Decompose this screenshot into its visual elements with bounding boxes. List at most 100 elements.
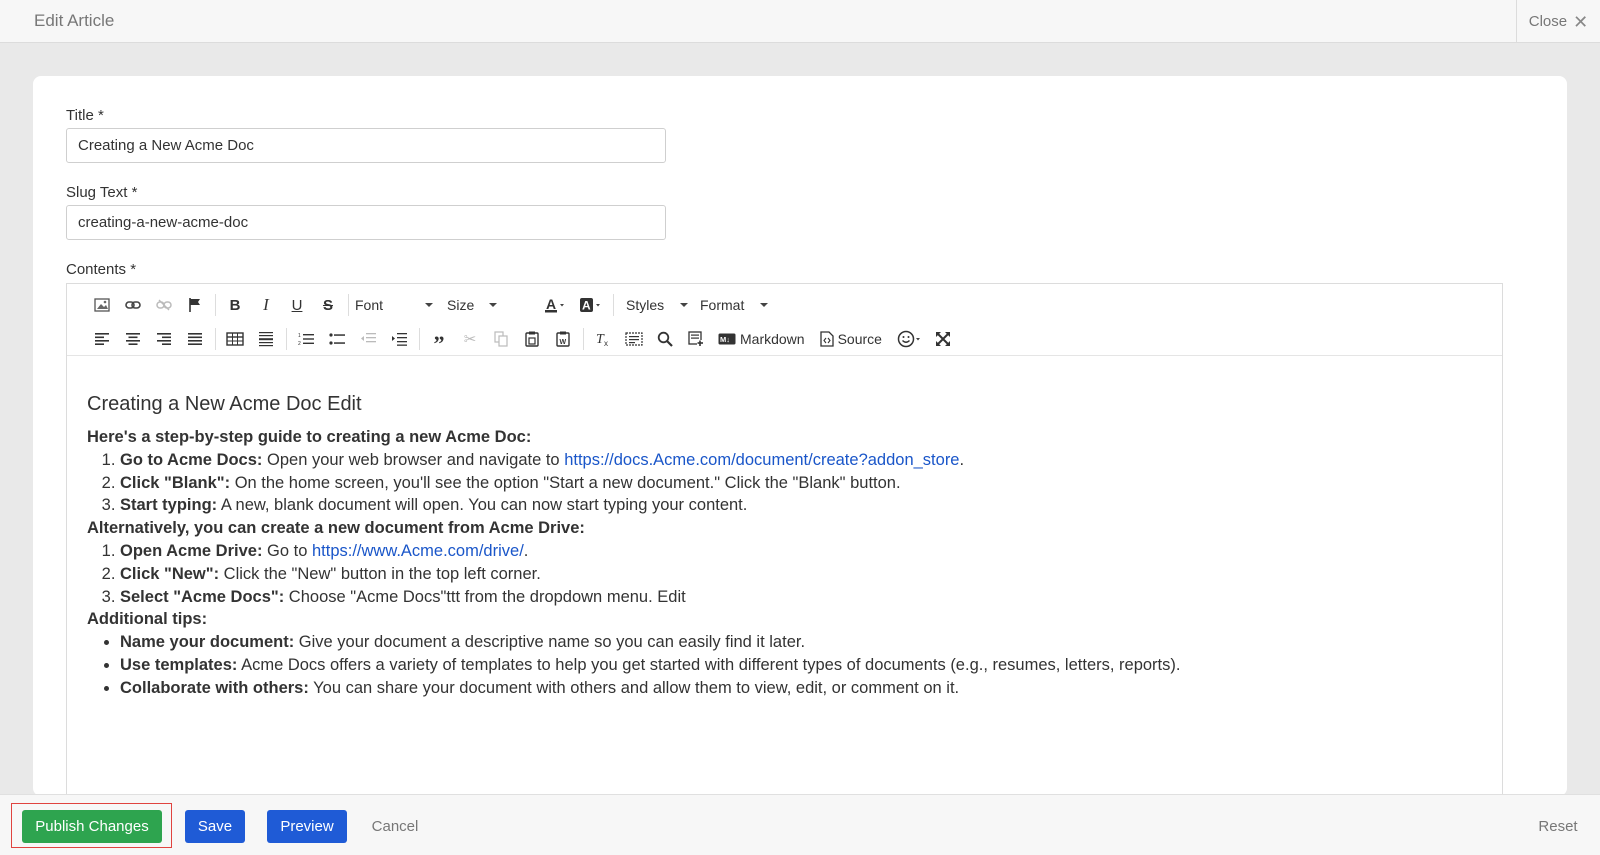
align-left-icon[interactable]	[89, 326, 115, 352]
list-item-bold: Start typing:	[120, 496, 218, 515]
steps-list-1: Go to Acme Docs: Open your web browser a…	[87, 449, 1482, 517]
size-dropdown-label: Size	[447, 297, 475, 313]
page-title: Edit Article	[34, 11, 115, 30]
toolbar-divider	[348, 294, 349, 316]
toolbar-row-2: 12 ” ✂ W T x M↓ Markdown Source	[89, 324, 961, 356]
list-item: Open Acme Drive: Go to https://www.Acme.…	[120, 540, 1482, 563]
toolbar-divider	[215, 294, 216, 316]
docs-create-link[interactable]: https://docs.Acme.com/document/create?ad…	[564, 451, 959, 469]
slug-label: Slug Text *	[66, 184, 138, 201]
bold-icon[interactable]: B	[222, 292, 248, 318]
footer-bar: Publish Changes Save Preview Cancel Rese…	[0, 794, 1600, 855]
font-dropdown-label: Font	[355, 297, 384, 313]
preview-button[interactable]: Preview	[267, 810, 347, 843]
list-item-text: A new, blank document will open. You can…	[217, 496, 748, 515]
anchor-flag-icon[interactable]	[182, 292, 208, 318]
font-dropdown[interactable]: Font	[355, 297, 433, 313]
format-dropdown[interactable]: Format	[700, 297, 768, 313]
slug-input[interactable]	[66, 205, 666, 240]
toolbar-row-1: B I U S Font Size A A Styles Format	[89, 290, 768, 320]
background-color-icon[interactable]: A	[576, 292, 606, 318]
list-item: Name your document: Give your document a…	[120, 631, 1482, 654]
indent-icon[interactable]	[386, 326, 412, 352]
intro-text: Here's a step-by-step guide to creating …	[87, 428, 532, 446]
toolbar-divider	[286, 328, 287, 350]
cut-icon[interactable]: ✂	[457, 326, 483, 352]
list-item-text: .	[523, 541, 529, 560]
toolbar-divider	[583, 328, 584, 350]
svg-text:W: W	[560, 339, 567, 346]
list-item-bold: Open Acme Drive:	[120, 541, 263, 560]
svg-text:A: A	[582, 299, 591, 313]
list-item-text: Open your web browser and navigate to	[262, 450, 565, 469]
toolbar-divider	[419, 328, 420, 350]
underline-icon[interactable]: U	[284, 292, 310, 318]
close-button[interactable]: Close ✕	[1516, 0, 1600, 43]
image-icon[interactable]	[89, 292, 115, 318]
link-icon[interactable]	[120, 292, 146, 318]
list-item-text: Acme Docs offers a variety of templates …	[237, 655, 1181, 674]
unlink-icon[interactable]	[151, 292, 177, 318]
outdent-icon[interactable]	[355, 326, 381, 352]
list-item-bold: Use templates:	[120, 655, 238, 674]
list-item: Start typing: A new, blank document will…	[120, 494, 1482, 517]
reset-button[interactable]: Reset	[1528, 810, 1588, 843]
contents-label: Contents *	[66, 261, 137, 278]
list-item-bold: Collaborate with others:	[120, 678, 309, 697]
justify-icon[interactable]	[182, 326, 208, 352]
remove-format-icon[interactable]: Tx	[590, 326, 616, 352]
copy-icon[interactable]	[488, 326, 514, 352]
save-button[interactable]: Save	[185, 810, 245, 843]
list-item-bold: Go to Acme Docs:	[120, 450, 263, 469]
align-right-icon[interactable]	[151, 326, 177, 352]
list-item: Use templates: Acme Docs offers a variet…	[120, 654, 1482, 677]
horizontal-rule-icon[interactable]	[253, 326, 279, 352]
list-item: Select "Acme Docs": Choose "Acme Docs"tt…	[120, 586, 1482, 609]
text-color-icon[interactable]: A	[541, 292, 571, 318]
blockquote-icon[interactable]: ”	[426, 326, 452, 356]
emoji-icon[interactable]	[895, 326, 925, 352]
list-item-text: Click the "New" button in the top left c…	[219, 564, 541, 583]
toolbar-divider	[215, 328, 216, 350]
list-item-bold: Click "Blank":	[120, 473, 231, 492]
source-button[interactable]: Source	[819, 326, 882, 352]
italic-icon[interactable]: I	[253, 292, 279, 318]
search-icon[interactable]	[652, 326, 678, 352]
select-all-icon[interactable]	[621, 326, 647, 352]
paste-from-word-icon[interactable]: W	[550, 326, 576, 352]
source-label: Source	[837, 331, 882, 347]
list-item-bold: Click "New":	[120, 564, 220, 583]
markdown-button[interactable]: M↓ Markdown	[718, 326, 805, 352]
title-input[interactable]	[66, 128, 666, 163]
top-bar: Edit Article Close ✕	[0, 0, 1600, 43]
bulleted-list-icon[interactable]	[324, 326, 350, 352]
strikethrough-icon[interactable]: S	[315, 292, 341, 318]
list-item-text: .	[959, 450, 965, 469]
svg-text:M↓: M↓	[720, 335, 730, 344]
table-icon[interactable]	[222, 326, 248, 352]
maximize-icon[interactable]	[930, 326, 956, 352]
styles-dropdown[interactable]: Styles	[626, 297, 688, 313]
insert-template-icon[interactable]	[683, 326, 709, 352]
paste-icon[interactable]	[519, 326, 545, 352]
svg-text:1: 1	[298, 333, 301, 339]
svg-text:2: 2	[298, 341, 301, 346]
list-item: Collaborate with others: You can share y…	[120, 677, 1482, 700]
cancel-button[interactable]: Cancel	[365, 810, 425, 843]
chevron-down-icon	[760, 303, 768, 307]
tips-intro: Additional tips:	[87, 610, 208, 629]
markdown-icon: M↓	[718, 333, 736, 345]
chevron-down-icon	[680, 303, 688, 307]
list-item: Click "Blank": On the home screen, you'l…	[120, 472, 1482, 495]
size-dropdown[interactable]: Size	[447, 297, 497, 313]
editor-content[interactable]: Creating a New Acme Doc Edit Here's a st…	[87, 392, 1482, 700]
drive-link[interactable]: https://www.Acme.com/drive/	[312, 542, 524, 560]
content-heading: Creating a New Acme Doc Edit	[87, 393, 362, 415]
align-center-icon[interactable]	[120, 326, 146, 352]
publish-changes-button[interactable]: Publish Changes	[22, 810, 162, 843]
numbered-list-icon[interactable]: 12	[293, 326, 319, 352]
list-item-bold: Select "Acme Docs":	[120, 587, 285, 606]
source-icon	[819, 331, 834, 347]
list-item-text: You can share your document with others …	[308, 678, 960, 697]
list-item-bold: Name your document:	[120, 633, 295, 652]
